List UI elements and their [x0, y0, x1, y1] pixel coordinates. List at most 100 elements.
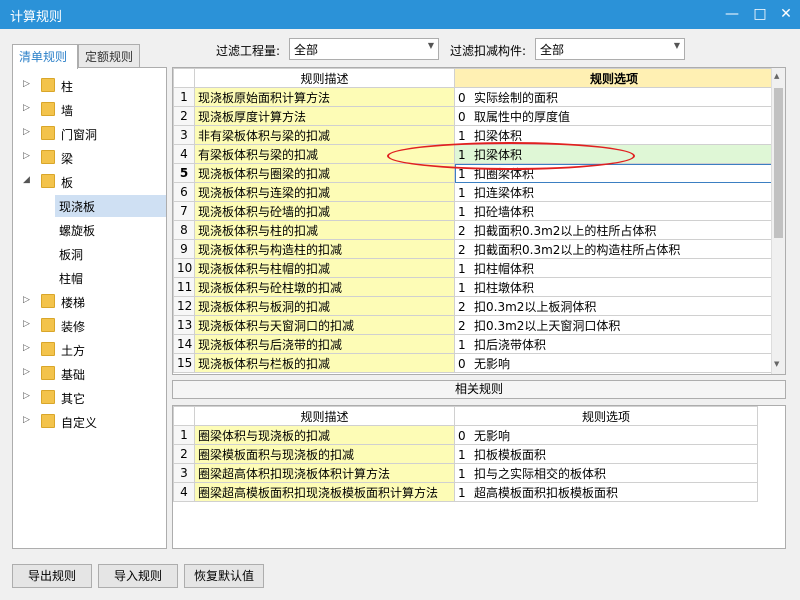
tree-item[interactable]: ▷ 基础	[13, 363, 166, 385]
tree-item[interactable]: ▷ 梁	[13, 147, 166, 169]
tab-list-rules[interactable]: 清单规则	[12, 44, 78, 69]
table-row[interactable]: 8 现浇板体积与柱的扣减 2 扣截面积0.3m2以上的柱所占体积	[173, 220, 774, 240]
table-row[interactable]: 9 现浇板体积与构造柱的扣减 2 扣截面积0.3m2以上的构造柱所占体积	[173, 239, 774, 259]
tree-item[interactable]: ▷ 土方	[13, 339, 166, 361]
option-text: 扣梁体积	[474, 128, 523, 143]
rule-option[interactable]: 1 扣板模板面积	[454, 444, 758, 464]
filter-project-select[interactable]: 全部 ▼	[289, 38, 439, 60]
related-header-desc[interactable]: 规则描述	[194, 406, 455, 426]
expand-closed-icon[interactable]: ▷	[23, 103, 30, 113]
rule-option[interactable]: 2 扣截面积0.3m2以上的柱所占体积	[454, 220, 774, 240]
option-code: 1	[458, 280, 466, 295]
rule-option[interactable]: 1 扣柱墩体积	[454, 277, 774, 297]
folder-icon	[41, 150, 55, 164]
tree-item[interactable]: ▷ 墙	[13, 99, 166, 121]
rule-option[interactable]: 1 扣梁体积	[454, 125, 774, 145]
tab-quota-rules[interactable]: 定额规则	[78, 44, 140, 68]
table-row[interactable]: 11 现浇板体积与砼柱墩的扣减 1 扣柱墩体积	[173, 277, 774, 297]
expand-closed-icon[interactable]: ▷	[23, 319, 30, 329]
rule-description: 圈梁模板面积与现浇板的扣减	[194, 444, 455, 464]
expand-closed-icon[interactable]: ▷	[23, 127, 30, 137]
table-row[interactable]: 12 现浇板体积与板洞的扣减 2 扣0.3m2以上板洞体积	[173, 296, 774, 316]
related-header-opt[interactable]: 规则选项	[454, 406, 758, 426]
import-rules-button[interactable]: 导入规则	[98, 564, 178, 588]
tree-child-item[interactable]: 板洞	[55, 243, 166, 265]
rule-option[interactable]: 2 扣截面积0.3m2以上的构造柱所占体积	[454, 239, 774, 259]
table-row[interactable]: 14 现浇板体积与后浇带的扣减 1 扣后浇带体积	[173, 334, 774, 354]
expand-closed-icon[interactable]: ▷	[23, 415, 30, 425]
table-row[interactable]: 3 非有梁板体积与梁的扣减 1 扣梁体积	[173, 125, 774, 145]
table-row[interactable]: 4 圈梁超高模板面积扣现浇板模板面积计算方法 1 超高模板面积扣板模板面积	[173, 482, 758, 502]
tree-item[interactable]: ▷ 门窗洞	[13, 123, 166, 145]
expand-closed-icon[interactable]: ▷	[23, 343, 30, 353]
tree-item[interactable]: ▷ 装修	[13, 315, 166, 337]
rule-option[interactable]: 0 取属性中的厚度值	[454, 106, 774, 126]
expand-closed-icon[interactable]: ▷	[23, 391, 30, 401]
tree-child-item[interactable]: 柱帽	[55, 267, 166, 289]
scroll-thumb[interactable]	[774, 88, 783, 238]
rule-option[interactable]: 0 无影响	[454, 425, 758, 445]
table-row[interactable]: 15 现浇板体积与栏板的扣减 0 无影响	[173, 353, 774, 373]
option-text: 扣柱墩体积	[474, 280, 535, 295]
table-row[interactable]: 10 现浇板体积与柱帽的扣减 1 扣柱帽体积	[173, 258, 774, 278]
scroll-up-icon[interactable]: ▲	[774, 72, 779, 80]
expand-closed-icon[interactable]: ▷	[23, 295, 30, 305]
table-row[interactable]: 1 圈梁体积与现浇板的扣减 0 无影响	[173, 425, 758, 445]
restore-defaults-button[interactable]: 恢复默认值	[184, 564, 264, 588]
rule-option[interactable]: 1 扣后浇带体积	[454, 334, 774, 354]
chevron-down-icon: ▼	[427, 41, 434, 50]
tree-item-label: 梁	[61, 152, 74, 166]
table-row[interactable]: 3 圈梁超高体积扣现浇板体积计算方法 1 扣与之实际相交的板体积	[173, 463, 758, 483]
table-row[interactable]: 6 现浇板体积与连梁的扣减 1 扣连梁体积	[173, 182, 774, 202]
close-button[interactable]: ✕	[772, 0, 800, 29]
row-number: 6	[173, 182, 195, 202]
tree-item[interactable]: ▷ 自定义	[13, 411, 166, 433]
folder-icon	[41, 294, 55, 308]
table-row[interactable]: 13 现浇板体积与天窗洞口的扣减 2 扣0.3m2以上天窗洞口体积	[173, 315, 774, 335]
tree-item-label: 门窗洞	[61, 128, 98, 142]
rule-option[interactable]: 1 扣与之实际相交的板体积	[454, 463, 758, 483]
filter-component-select[interactable]: 全部 ▼	[535, 38, 685, 60]
option-code: 1	[458, 147, 466, 162]
tree-item[interactable]: ▷ 其它	[13, 387, 166, 409]
tree-child-item[interactable]: 现浇板	[55, 195, 166, 217]
tree-child-label: 螺旋板	[59, 224, 96, 238]
table-row[interactable]: 7 现浇板体积与砼墙的扣减 1 扣砼墙体积	[173, 201, 774, 221]
export-rules-button[interactable]: 导出规则	[12, 564, 92, 588]
option-text: 无影响	[474, 356, 511, 371]
rule-option[interactable]: 0 无影响	[454, 353, 774, 373]
table-row[interactable]: 1 现浇板原始面积计算方法 0 实际绘制的面积	[173, 87, 774, 107]
rule-option[interactable]: 2 扣0.3m2以上板洞体积	[454, 296, 774, 316]
column-header-opt[interactable]: 规则选项	[454, 68, 774, 88]
rule-option[interactable]: 1 扣圈梁体积	[454, 163, 774, 183]
minimize-button[interactable]: —	[718, 0, 746, 29]
folder-icon	[41, 126, 55, 140]
table-row[interactable]: 2 圈梁模板面积与现浇板的扣减 1 扣板模板面积	[173, 444, 758, 464]
expand-closed-icon[interactable]: ▷	[23, 151, 30, 161]
rule-option[interactable]: 1 扣柱帽体积	[454, 258, 774, 278]
tree-item[interactable]: ▷ 楼梯	[13, 291, 166, 313]
rule-option[interactable]: 1 扣砼墙体积	[454, 201, 774, 221]
table-row[interactable]: 5 现浇板体积与圈梁的扣减 1 扣圈梁体积	[173, 163, 774, 183]
tree-item[interactable]: ▷ 柱	[13, 75, 166, 97]
related-rules-bar[interactable]: 相关规则	[172, 380, 786, 399]
expand-open-icon[interactable]: ◢	[23, 175, 30, 185]
scroll-down-icon[interactable]: ▼	[774, 360, 779, 368]
rule-option[interactable]: 1 扣连梁体积	[454, 182, 774, 202]
expand-closed-icon[interactable]: ▷	[23, 367, 30, 377]
column-header-desc[interactable]: 规则描述	[194, 68, 455, 88]
option-text: 扣0.3m2以上板洞体积	[474, 299, 597, 314]
vertical-scrollbar[interactable]: ▲ ▼	[771, 68, 785, 374]
tree-child-item[interactable]: 螺旋板	[55, 219, 166, 241]
related-rules-grid: 规则描述 规则选项 1 圈梁体积与现浇板的扣减 0 无影响 2 圈梁模板面积与现浇板的扣减…	[172, 405, 786, 549]
table-row[interactable]: 4 有梁板体积与梁的扣减 1 扣梁体积	[173, 144, 774, 164]
rule-option[interactable]: 1 扣梁体积	[454, 144, 774, 164]
rule-option[interactable]: 0 实际绘制的面积	[454, 87, 774, 107]
expand-closed-icon[interactable]: ▷	[23, 79, 30, 89]
maximize-button[interactable]: □	[746, 0, 774, 29]
rule-description: 现浇板体积与栏板的扣减	[194, 353, 455, 373]
tree-item[interactable]: ◢ 板	[13, 171, 166, 193]
rule-option[interactable]: 2 扣0.3m2以上天窗洞口体积	[454, 315, 774, 335]
rule-option[interactable]: 1 超高模板面积扣板模板面积	[454, 482, 758, 502]
table-row[interactable]: 2 现浇板厚度计算方法 0 取属性中的厚度值	[173, 106, 774, 126]
